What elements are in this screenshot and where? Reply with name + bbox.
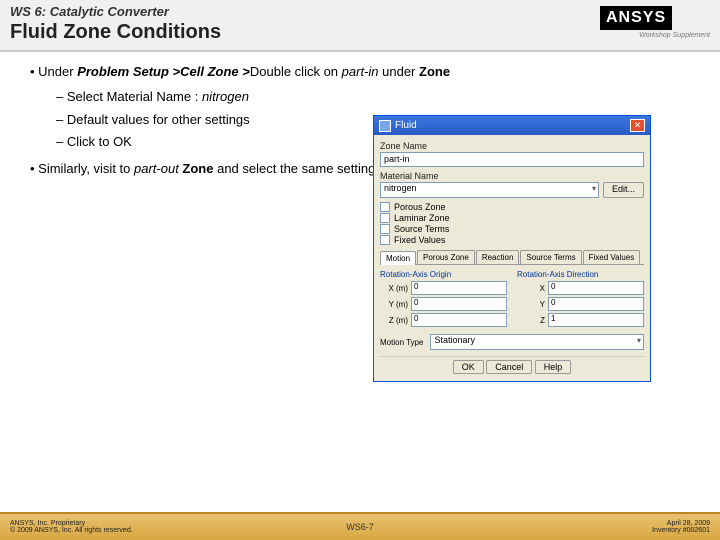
slide-header: WS 6: Catalytic Converter Fluid Zone Con… (0, 0, 720, 52)
fluid-icon (379, 120, 391, 132)
dialog-button-row: OK Cancel Help (380, 356, 644, 375)
ok-button[interactable]: OK (453, 360, 484, 374)
dir-x-input[interactable]: 0 (548, 281, 644, 295)
material-label: Material Name (380, 171, 644, 181)
footer-right: April 28, 2009 Inventory #002601 (652, 520, 710, 534)
origin-z-input[interactable]: 0 (411, 313, 507, 327)
porous-checkbox[interactable] (380, 202, 390, 212)
rotation-direction-group: Rotation-Axis Direction X0 Y0 Z1 (517, 270, 644, 329)
logo-text: ANSYS (600, 6, 672, 30)
fixed-checkbox[interactable] (380, 235, 390, 245)
origin-x-input[interactable]: 0 (411, 281, 507, 295)
motion-type-label: Motion Type (380, 338, 423, 347)
tab-porous[interactable]: Porous Zone (417, 250, 475, 264)
footer-page-number: WS6-7 (346, 522, 374, 532)
tab-reaction[interactable]: Reaction (476, 250, 520, 264)
checkbox-group: Porous Zone Laminar Zone Source Terms Fi… (380, 202, 644, 245)
fluid-dialog: Fluid ✕ Zone Name part-in Material Name … (373, 115, 651, 382)
ansys-logo: ANSYS Workshop Supplement (600, 6, 710, 46)
source-checkbox[interactable] (380, 224, 390, 234)
origin-y-input[interactable]: 0 (411, 297, 507, 311)
tab-bar: Motion Porous Zone Reaction Source Terms… (380, 250, 644, 265)
zone-name-label: Zone Name (380, 141, 644, 151)
motion-type-select[interactable]: Stationary (430, 334, 644, 350)
slide-footer: ANSYS, Inc. Proprietary © 2009 ANSYS, In… (0, 512, 720, 540)
rotation-origin-group: Rotation-Axis Origin X (m)0 Y (m)0 Z (m)… (380, 270, 507, 329)
sub-bullet-1: – Select Material Name : nitrogen (56, 87, 700, 108)
zone-name-input[interactable]: part-in (380, 152, 644, 167)
cancel-button[interactable]: Cancel (486, 360, 532, 374)
edit-button[interactable]: Edit... (603, 182, 644, 198)
tab-motion[interactable]: Motion (380, 251, 416, 265)
material-select[interactable]: nitrogen (380, 182, 599, 198)
dir-z-input[interactable]: 1 (548, 313, 644, 327)
help-button[interactable]: Help (535, 360, 572, 374)
logo-subtitle: Workshop Supplement (600, 32, 710, 39)
tab-fixed[interactable]: Fixed Values (583, 250, 641, 264)
laminar-checkbox[interactable] (380, 213, 390, 223)
tab-source[interactable]: Source Terms (520, 250, 581, 264)
dialog-title: Fluid (395, 120, 417, 131)
dialog-titlebar[interactable]: Fluid ✕ (374, 116, 650, 135)
dir-y-input[interactable]: 0 (548, 297, 644, 311)
close-icon[interactable]: ✕ (630, 119, 645, 132)
footer-left: ANSYS, Inc. Proprietary © 2009 ANSYS, In… (10, 520, 133, 534)
bullet-main: • Under Problem Setup >Cell Zone >Double… (30, 62, 700, 83)
